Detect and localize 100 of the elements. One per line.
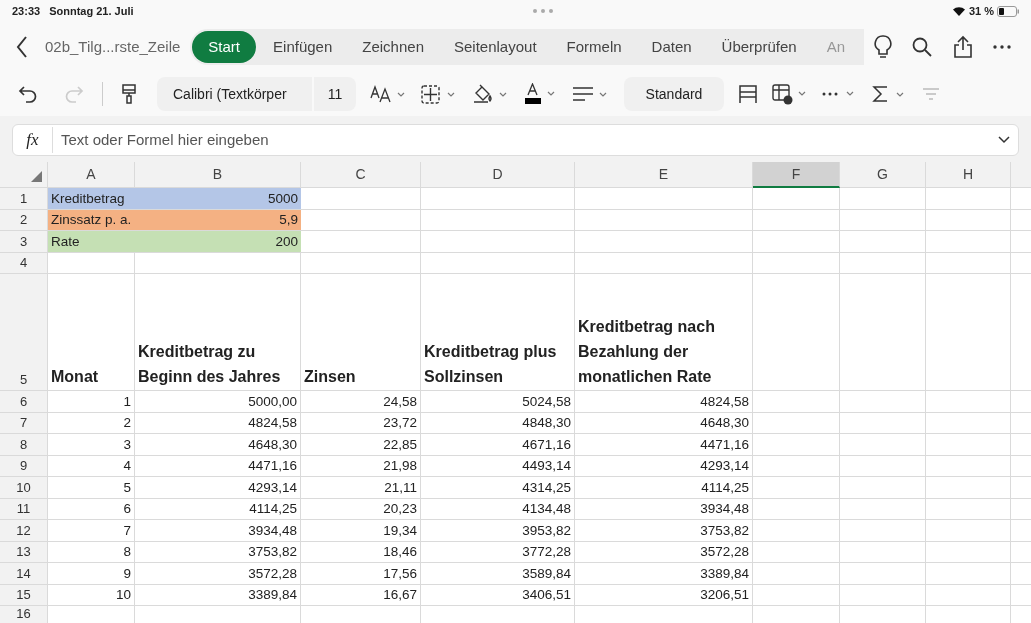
empty-cell[interactable] (840, 252, 926, 274)
empty-cell[interactable] (421, 252, 575, 274)
table-format-icon[interactable] (772, 83, 808, 105)
more-icon[interactable] (992, 45, 1011, 49)
ribbon-tab[interactable]: Daten (636, 31, 707, 63)
empty-cell[interactable] (575, 231, 753, 253)
font-size-field[interactable]: 11 (314, 77, 356, 111)
empty-cell[interactable] (926, 188, 1011, 210)
column-header[interactable]: H (926, 162, 1011, 188)
row-header[interactable]: 8 (0, 434, 48, 456)
select-all-icon[interactable] (31, 171, 42, 182)
empty-cell[interactable] (753, 434, 840, 456)
empty-cell[interactable] (926, 209, 1011, 231)
ribbon-tab[interactable]: Start (192, 31, 257, 63)
row-header[interactable]: 7 (0, 412, 48, 434)
text-size-icon[interactable] (370, 84, 406, 104)
wrap-text-icon[interactable] (738, 84, 758, 104)
empty-cell[interactable] (926, 252, 1011, 274)
empty-cell[interactable] (840, 188, 926, 210)
empty-cell[interactable] (926, 274, 1011, 391)
empty-cell[interactable] (840, 274, 926, 391)
empty-cell[interactable] (421, 209, 575, 231)
column-header[interactable]: C (301, 162, 421, 188)
empty-cell[interactable] (840, 209, 926, 231)
filter-icon[interactable] (922, 87, 940, 101)
row-header[interactable]: 10 (0, 477, 48, 499)
empty-cell[interactable] (135, 252, 301, 274)
empty-cell[interactable] (753, 209, 840, 231)
redo-icon[interactable] (64, 85, 84, 103)
empty-cell[interactable] (753, 412, 840, 434)
undo-icon[interactable] (18, 85, 38, 103)
empty-cell[interactable] (753, 477, 840, 499)
empty-cell[interactable] (421, 188, 575, 210)
font-name-field[interactable]: Calibri (Textkörper (157, 77, 312, 111)
empty-cell[interactable] (840, 563, 926, 585)
ribbon-tab[interactable]: Einfügen (258, 31, 348, 63)
empty-cell[interactable] (301, 252, 421, 274)
empty-cell[interactable] (840, 231, 926, 253)
empty-cell[interactable] (840, 391, 926, 413)
empty-cell[interactable] (753, 455, 840, 477)
ribbon-tab[interactable]: Formeln (551, 31, 637, 63)
number-format-field[interactable]: Standard (624, 77, 724, 111)
ribbon-tab[interactable]: Überprüfen (706, 31, 812, 63)
empty-cell[interactable] (840, 455, 926, 477)
empty-cell[interactable] (926, 584, 1011, 606)
empty-cell[interactable] (840, 412, 926, 434)
empty-cell[interactable] (926, 434, 1011, 456)
row-header[interactable]: 1 (0, 188, 48, 210)
empty-cell[interactable] (840, 520, 926, 542)
ribbon-tab[interactable]: Seitenlayout (439, 31, 552, 63)
row-header[interactable]: 16 (0, 606, 48, 623)
empty-cell[interactable] (926, 498, 1011, 520)
column-header[interactable]: A (48, 162, 135, 188)
empty-cell[interactable] (926, 391, 1011, 413)
empty-cell[interactable] (926, 412, 1011, 434)
lightbulb-icon[interactable] (874, 35, 893, 59)
empty-cell[interactable] (926, 455, 1011, 477)
formula-bar[interactable]: fx Text oder Formel hier eingeben (12, 124, 1019, 156)
column-header[interactable]: G (840, 162, 926, 188)
row-header[interactable]: 2 (0, 209, 48, 231)
column-header[interactable] (1011, 162, 1031, 188)
multitasking-dots-icon[interactable] (531, 8, 554, 14)
file-name[interactable]: 02b_Tilg...rste_Zeile (45, 35, 181, 59)
column-header[interactable]: F (753, 162, 840, 188)
empty-cell[interactable] (575, 209, 753, 231)
empty-cell[interactable] (753, 188, 840, 210)
empty-cell[interactable] (575, 252, 753, 274)
empty-cell[interactable] (753, 252, 840, 274)
row-header[interactable]: 5 (0, 274, 48, 391)
row-header[interactable]: 4 (0, 252, 48, 274)
empty-cell[interactable] (753, 584, 840, 606)
empty-cell[interactable] (840, 541, 926, 563)
empty-cell[interactable] (753, 520, 840, 542)
empty-cell[interactable] (753, 391, 840, 413)
empty-cell[interactable] (926, 541, 1011, 563)
empty-cell[interactable] (753, 274, 840, 391)
format-painter-icon[interactable] (121, 84, 137, 104)
empty-cell[interactable] (926, 477, 1011, 499)
empty-cell[interactable] (575, 188, 753, 210)
share-icon[interactable] (952, 35, 973, 59)
row-header[interactable]: 13 (0, 541, 48, 563)
back-chevron-icon[interactable] (16, 36, 28, 58)
empty-cell[interactable] (840, 434, 926, 456)
row-header[interactable]: 12 (0, 520, 48, 542)
row-header[interactable]: 15 (0, 584, 48, 606)
empty-cell[interactable] (753, 563, 840, 585)
search-icon[interactable] (912, 37, 933, 57)
row-header[interactable]: 3 (0, 231, 48, 253)
empty-cell[interactable] (926, 520, 1011, 542)
ribbon-tab[interactable]: Zeichnen (347, 31, 439, 63)
row-header[interactable]: 11 (0, 498, 48, 520)
empty-cell[interactable] (753, 498, 840, 520)
empty-cell[interactable] (840, 584, 926, 606)
row-header[interactable]: 6 (0, 391, 48, 413)
empty-cell[interactable] (840, 498, 926, 520)
empty-cell[interactable] (926, 231, 1011, 253)
row-header[interactable]: 14 (0, 563, 48, 585)
column-header[interactable]: D (421, 162, 575, 188)
column-header[interactable]: B (135, 162, 301, 188)
empty-cell[interactable] (421, 231, 575, 253)
